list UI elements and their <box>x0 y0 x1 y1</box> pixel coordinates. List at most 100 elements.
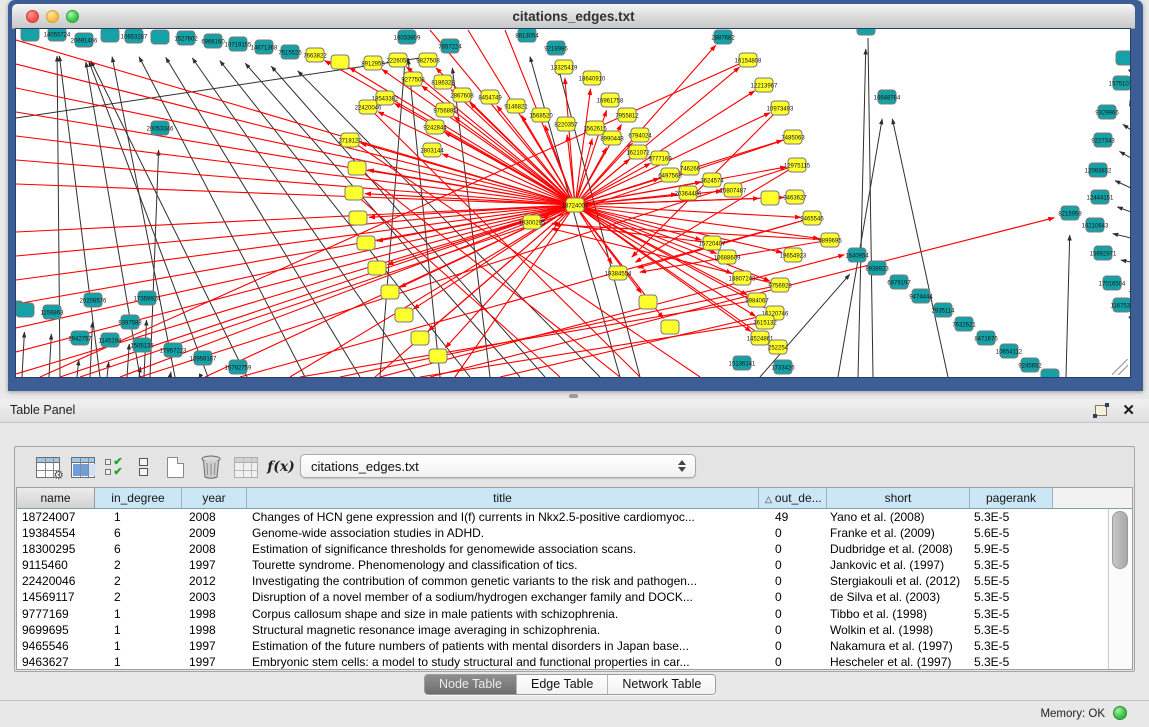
network-window-titlebar[interactable]: citations_edges.txt <box>12 4 1135 29</box>
tab-network-table[interactable]: Network Table <box>608 675 715 694</box>
table-row[interactable]: 2242004622012Investigating the contribut… <box>17 573 1132 589</box>
graph-node[interactable]: 16210643 <box>1082 218 1109 232</box>
graph-node[interactable]: 1621072 <box>626 145 650 159</box>
select-columns-icon[interactable] <box>69 453 97 481</box>
graph-node[interactable]: 15751074 <box>1109 76 1130 90</box>
graph-node[interactable]: 1640954 <box>845 248 869 262</box>
graph-node[interactable]: 17957223 <box>160 343 187 357</box>
graph-node[interactable]: 18807243 <box>729 271 756 285</box>
graph-node[interactable]: 8813054 <box>515 29 539 42</box>
graph-node[interactable]: 6497568 <box>658 168 682 182</box>
graph-node[interactable]: 20206576 <box>80 293 107 307</box>
graph-node[interactable]: 18640910 <box>579 71 606 85</box>
new-file-icon[interactable] <box>162 453 188 481</box>
graph-node[interactable]: 3624574 <box>700 173 724 187</box>
table-settings-icon[interactable]: ⚙ <box>33 453 63 481</box>
graph-node[interactable] <box>661 320 679 334</box>
graph-node[interactable]: 15720407 <box>699 236 726 250</box>
graph-node[interactable]: 8186328 <box>431 75 455 89</box>
graph-node-shape[interactable] <box>639 295 657 309</box>
column-header-short[interactable]: short <box>827 488 970 508</box>
graph-node-shape[interactable] <box>21 29 39 41</box>
graph-node[interactable]: 2226058 <box>386 53 410 67</box>
tab-edge-table[interactable]: Edge Table <box>517 675 608 694</box>
graph-node-shape[interactable] <box>857 29 875 35</box>
graph-node[interactable]: 6794024 <box>628 128 652 142</box>
graph-node-shape[interactable] <box>348 161 366 175</box>
panel-divider-handle[interactable] <box>569 394 578 398</box>
graph-node-shape[interactable] <box>368 261 386 275</box>
graph-node[interactable]: 9242844 <box>423 120 447 134</box>
graph-node[interactable] <box>395 308 413 322</box>
graph-node[interactable]: 19384554 <box>605 266 632 280</box>
graph-node-shape[interactable] <box>411 331 429 345</box>
graph-node[interactable] <box>101 29 119 42</box>
graph-node[interactable]: 9277508 <box>401 72 425 86</box>
graph-node[interactable]: 2718120 <box>338 133 362 147</box>
graph-node[interactable]: 1167534 <box>1111 298 1130 312</box>
graph-node[interactable] <box>381 285 399 299</box>
graph-node[interactable]: 2942757 <box>68 331 92 345</box>
graph-node[interactable]: 16782759 <box>225 360 252 374</box>
graph-node[interactable]: 2887682 <box>711 30 735 44</box>
graph-node[interactable]: 14055724 <box>44 29 71 41</box>
graph-node[interactable]: 9899695 <box>818 233 842 247</box>
graph-node[interactable]: 1615132 <box>753 315 777 329</box>
graph-node[interactable]: 8454749 <box>478 90 502 104</box>
graph-node-shape[interactable] <box>761 191 779 205</box>
graph-node[interactable]: 746266 <box>680 161 701 175</box>
graph-node[interactable] <box>345 186 363 200</box>
table-row[interactable]: 1872400712008Changes of HCN gene express… <box>17 509 1132 525</box>
graph-node[interactable]: 9146821 <box>504 99 528 113</box>
graph-node[interactable]: 1156863 <box>41 305 65 319</box>
graph-node[interactable]: 9397588 <box>118 315 142 329</box>
rows-icon[interactable] <box>134 453 152 481</box>
graph-node[interactable]: 8912955 <box>361 56 385 70</box>
table-row[interactable]: 946554611997Estimation of the future num… <box>17 638 1132 654</box>
graph-node[interactable]: 19654923 <box>780 248 807 262</box>
graph-node[interactable]: 8215958 <box>1058 206 1082 220</box>
graph-node[interactable]: 9245652 <box>1018 358 1042 372</box>
graph-node-shape[interactable] <box>1041 369 1059 377</box>
graph-node[interactable]: 7857224 <box>438 39 462 53</box>
graph-node[interactable]: 9465546 <box>800 211 824 225</box>
graph-node[interactable]: 15692971 <box>1090 246 1117 260</box>
graph-node[interactable] <box>761 191 779 205</box>
graph-node[interactable]: 9474444 <box>909 289 933 303</box>
graph-node[interactable]: 9218986 <box>544 41 568 55</box>
graph-node[interactable] <box>151 30 169 44</box>
table-selector-dropdown[interactable]: citations_edges.txt <box>300 454 696 478</box>
graph-node[interactable]: 8938923 <box>865 261 889 275</box>
graph-node[interactable] <box>429 349 447 363</box>
graph-node[interactable]: 252254 <box>768 340 789 354</box>
graph-node[interactable]: 1505135 <box>130 338 154 352</box>
graph-node[interactable]: 6879197 <box>887 275 911 289</box>
graph-node[interactable]: 12975115 <box>784 158 811 172</box>
table-row[interactable]: 1830029562008Estimation of significance … <box>17 541 1132 557</box>
graph-node[interactable]: 15136141 <box>729 356 756 370</box>
graph-node[interactable]: 8220357 <box>554 117 578 131</box>
close-panel-icon[interactable]: ✕ <box>1122 401 1135 419</box>
graph-node[interactable]: 1733426 <box>771 360 795 374</box>
graph-node[interactable]: 10653287 <box>121 29 148 43</box>
graph-node[interactable]: 17016504 <box>1099 276 1126 290</box>
column-header-year[interactable]: year <box>182 488 247 508</box>
graph-node[interactable] <box>357 236 375 250</box>
graph-node[interactable]: 7632621 <box>952 317 976 331</box>
trash-icon[interactable] <box>196 453 226 481</box>
graph-node[interactable]: 7485063 <box>781 130 805 144</box>
graph-node-shape[interactable] <box>101 29 119 42</box>
table-row[interactable]: 946362711997Embryonic stem cells: a mode… <box>17 654 1132 670</box>
graph-node-shape[interactable] <box>381 285 399 299</box>
graph-node[interactable]: 2867608 <box>450 88 474 102</box>
table-row[interactable]: 1456911722003Disruption of a novel membe… <box>17 589 1132 605</box>
graph-node[interactable]: 8471676 <box>974 331 998 345</box>
graph-node-shape[interactable] <box>331 55 349 69</box>
graph-node[interactable]: 12213967 <box>751 78 778 92</box>
graph-node[interactable]: 8990448 <box>600 131 624 145</box>
graph-node-shape[interactable] <box>151 30 169 44</box>
checklist-icon[interactable]: ✔ ✔ <box>102 453 126 481</box>
graph-node[interactable] <box>21 29 39 41</box>
graph-node[interactable] <box>1116 51 1130 65</box>
tab-node-table[interactable]: Node Table <box>425 675 517 694</box>
